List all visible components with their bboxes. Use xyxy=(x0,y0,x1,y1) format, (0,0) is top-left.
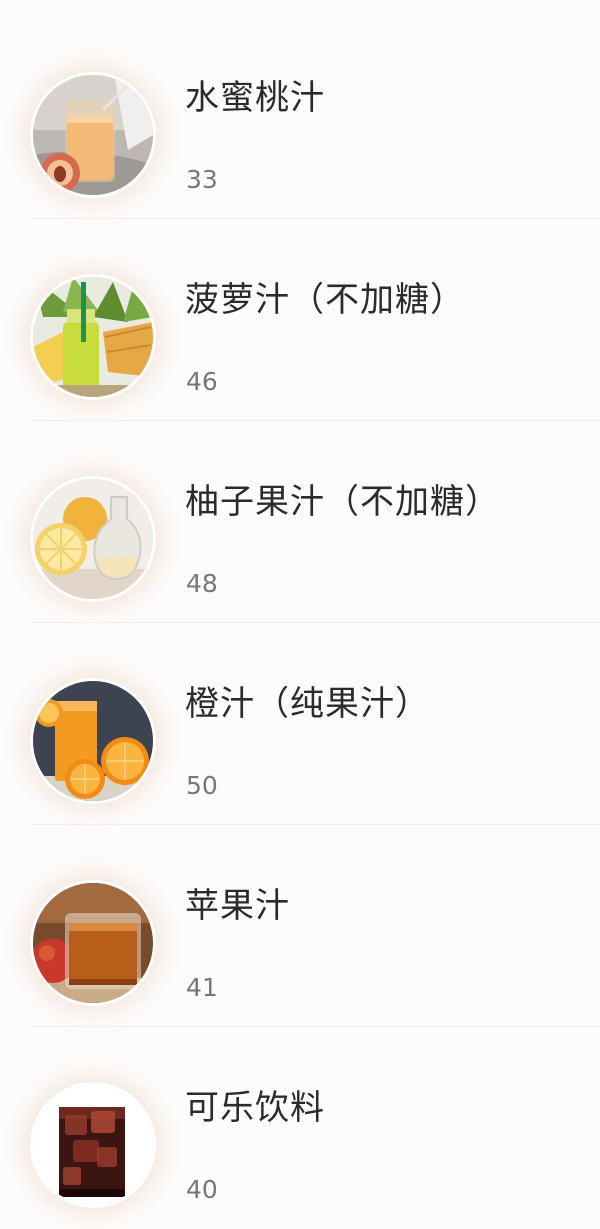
peach-juice-image xyxy=(33,75,153,195)
drink-value: 41 xyxy=(186,973,218,1002)
list-item[interactable]: 橙汁（纯果汁） 50 xyxy=(0,623,600,825)
list-item[interactable]: 可乐饮料 40 xyxy=(0,1027,600,1229)
grapefruit-juice-image xyxy=(33,479,153,599)
orange-juice-image xyxy=(33,681,153,801)
drink-name: 菠萝汁（不加糖） xyxy=(185,280,465,320)
drink-name: 水蜜桃汁 xyxy=(185,78,325,118)
drink-name: 可乐饮料 xyxy=(185,1088,325,1128)
list-item[interactable]: 水蜜桃汁 33 xyxy=(0,17,600,219)
drink-name: 橙汁（纯果汁） xyxy=(185,684,430,724)
apple-juice-image xyxy=(33,883,153,1003)
list-item[interactable]: 柚子果汁（不加糖） 48 xyxy=(0,421,600,623)
drink-value: 46 xyxy=(186,367,218,396)
drink-name: 柚子果汁（不加糖） xyxy=(185,482,500,522)
drink-name: 苹果汁 xyxy=(185,886,290,926)
drink-list: 水蜜桃汁 33 菠萝汁（不加糖） 46 柚子果汁（不加糖） 48 橙汁（纯果汁）… xyxy=(0,0,600,1229)
drink-value: 50 xyxy=(186,771,218,800)
cola-drink-image xyxy=(33,1085,153,1205)
drink-value: 48 xyxy=(186,569,218,598)
list-item[interactable]: 苹果汁 41 xyxy=(0,825,600,1027)
pineapple-juice-image xyxy=(33,277,153,397)
drink-value: 40 xyxy=(186,1175,218,1204)
list-item[interactable]: 菠萝汁（不加糖） 46 xyxy=(0,219,600,421)
drink-value: 33 xyxy=(186,165,218,194)
